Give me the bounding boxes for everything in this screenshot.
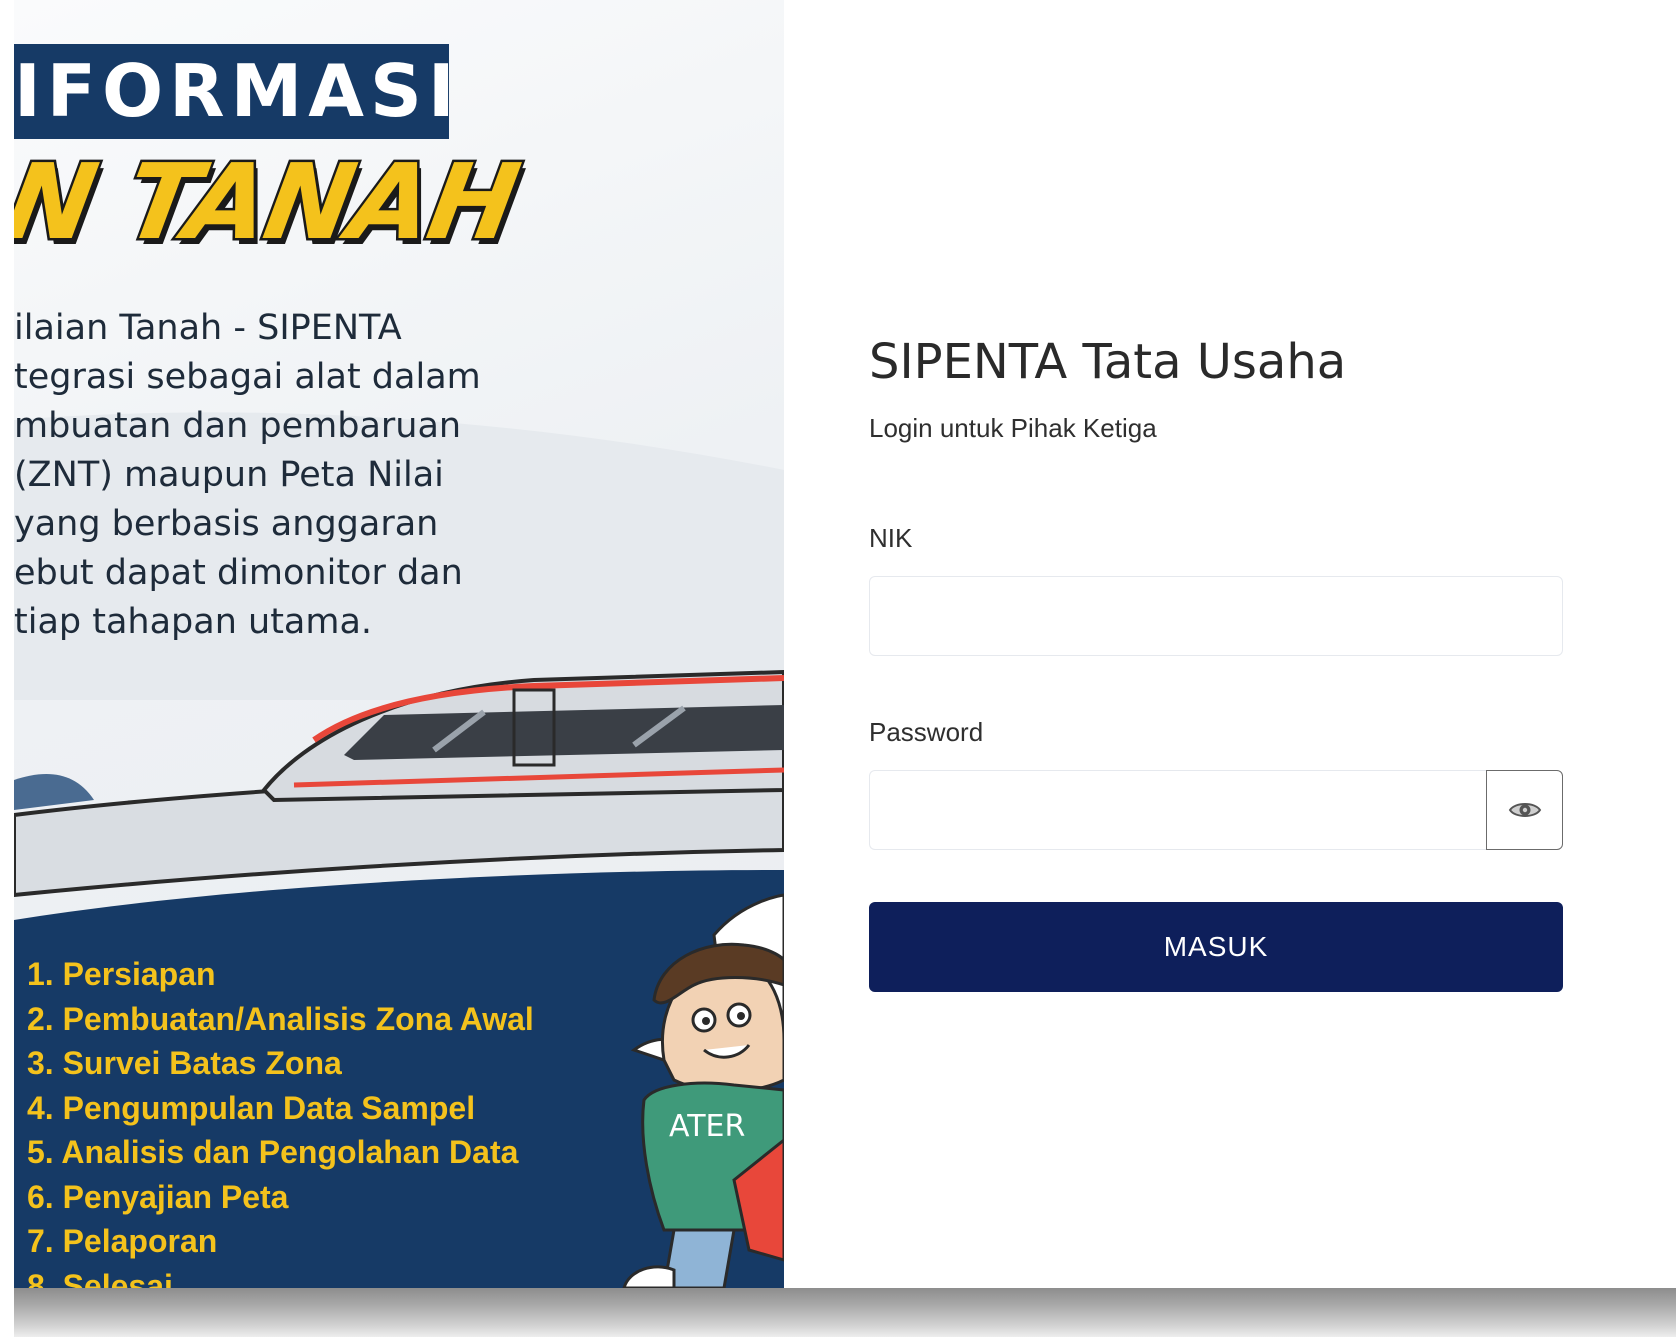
description-line: tiap tahapan utama. [14,602,373,642]
login-form: SIPENTA Tata Usaha Login untuk Pihak Ket… [869,330,1563,992]
shirt-text: ATER [669,1109,745,1144]
description-line: (ZNT) maupun Peta Nilai [14,455,444,495]
nik-input[interactable] [869,576,1563,656]
password-input[interactable] [869,770,1487,850]
password-label: Password [869,717,984,747]
step-item: 1. Persiapan [27,956,216,992]
step-item: 7. Pelaporan [27,1223,218,1259]
page-title: SIPENTA Tata Usaha [869,334,1347,390]
description-line: tegrasi sebagai alat dalam [14,357,481,397]
nik-label: NIK [869,523,913,553]
step-item: 3. Survei Batas Zona [27,1045,342,1081]
step-item: 2. Pembuatan/Analisis Zona Awal [27,1000,534,1037]
description-line: yang berbasis anggaran [14,504,439,544]
hill [14,774,94,810]
steps-list: 1. Persiapan 2. Pembuatan/Analisis Zona … [27,952,534,1288]
poster-script-title: N TANAH [14,139,528,266]
poster-banner: IFORMASI [14,49,461,133]
description-line: mbuatan dan pembaruan [14,406,462,446]
poster-description: ilaian Tanah - SIPENTA tegrasi sebagai a… [14,304,774,647]
step-item: 8. Selesai [27,1267,173,1289]
masuk-button[interactable]: MASUK [869,902,1563,992]
bottom-shadow-bar [14,1288,1676,1337]
info-poster: ATER IFORMASI N TANAH ilaian Tanah - SIP… [14,0,784,1288]
page-subtitle: Login untuk Pihak Ketiga [869,413,1157,443]
step-item: 5. Analisis dan Pengolahan Data [27,1134,519,1170]
eye-icon [1508,803,1541,817]
description-line: ebut dapat dimonitor dan [14,553,463,593]
description-line: ilaian Tanah - SIPENTA [14,308,402,348]
toggle-password-visibility-button[interactable] [1486,770,1563,850]
password-field-group [869,770,1563,850]
step-item: 4. Pengumpulan Data Sampel [27,1089,476,1126]
step-item: 6. Penyajian Peta [27,1178,289,1215]
